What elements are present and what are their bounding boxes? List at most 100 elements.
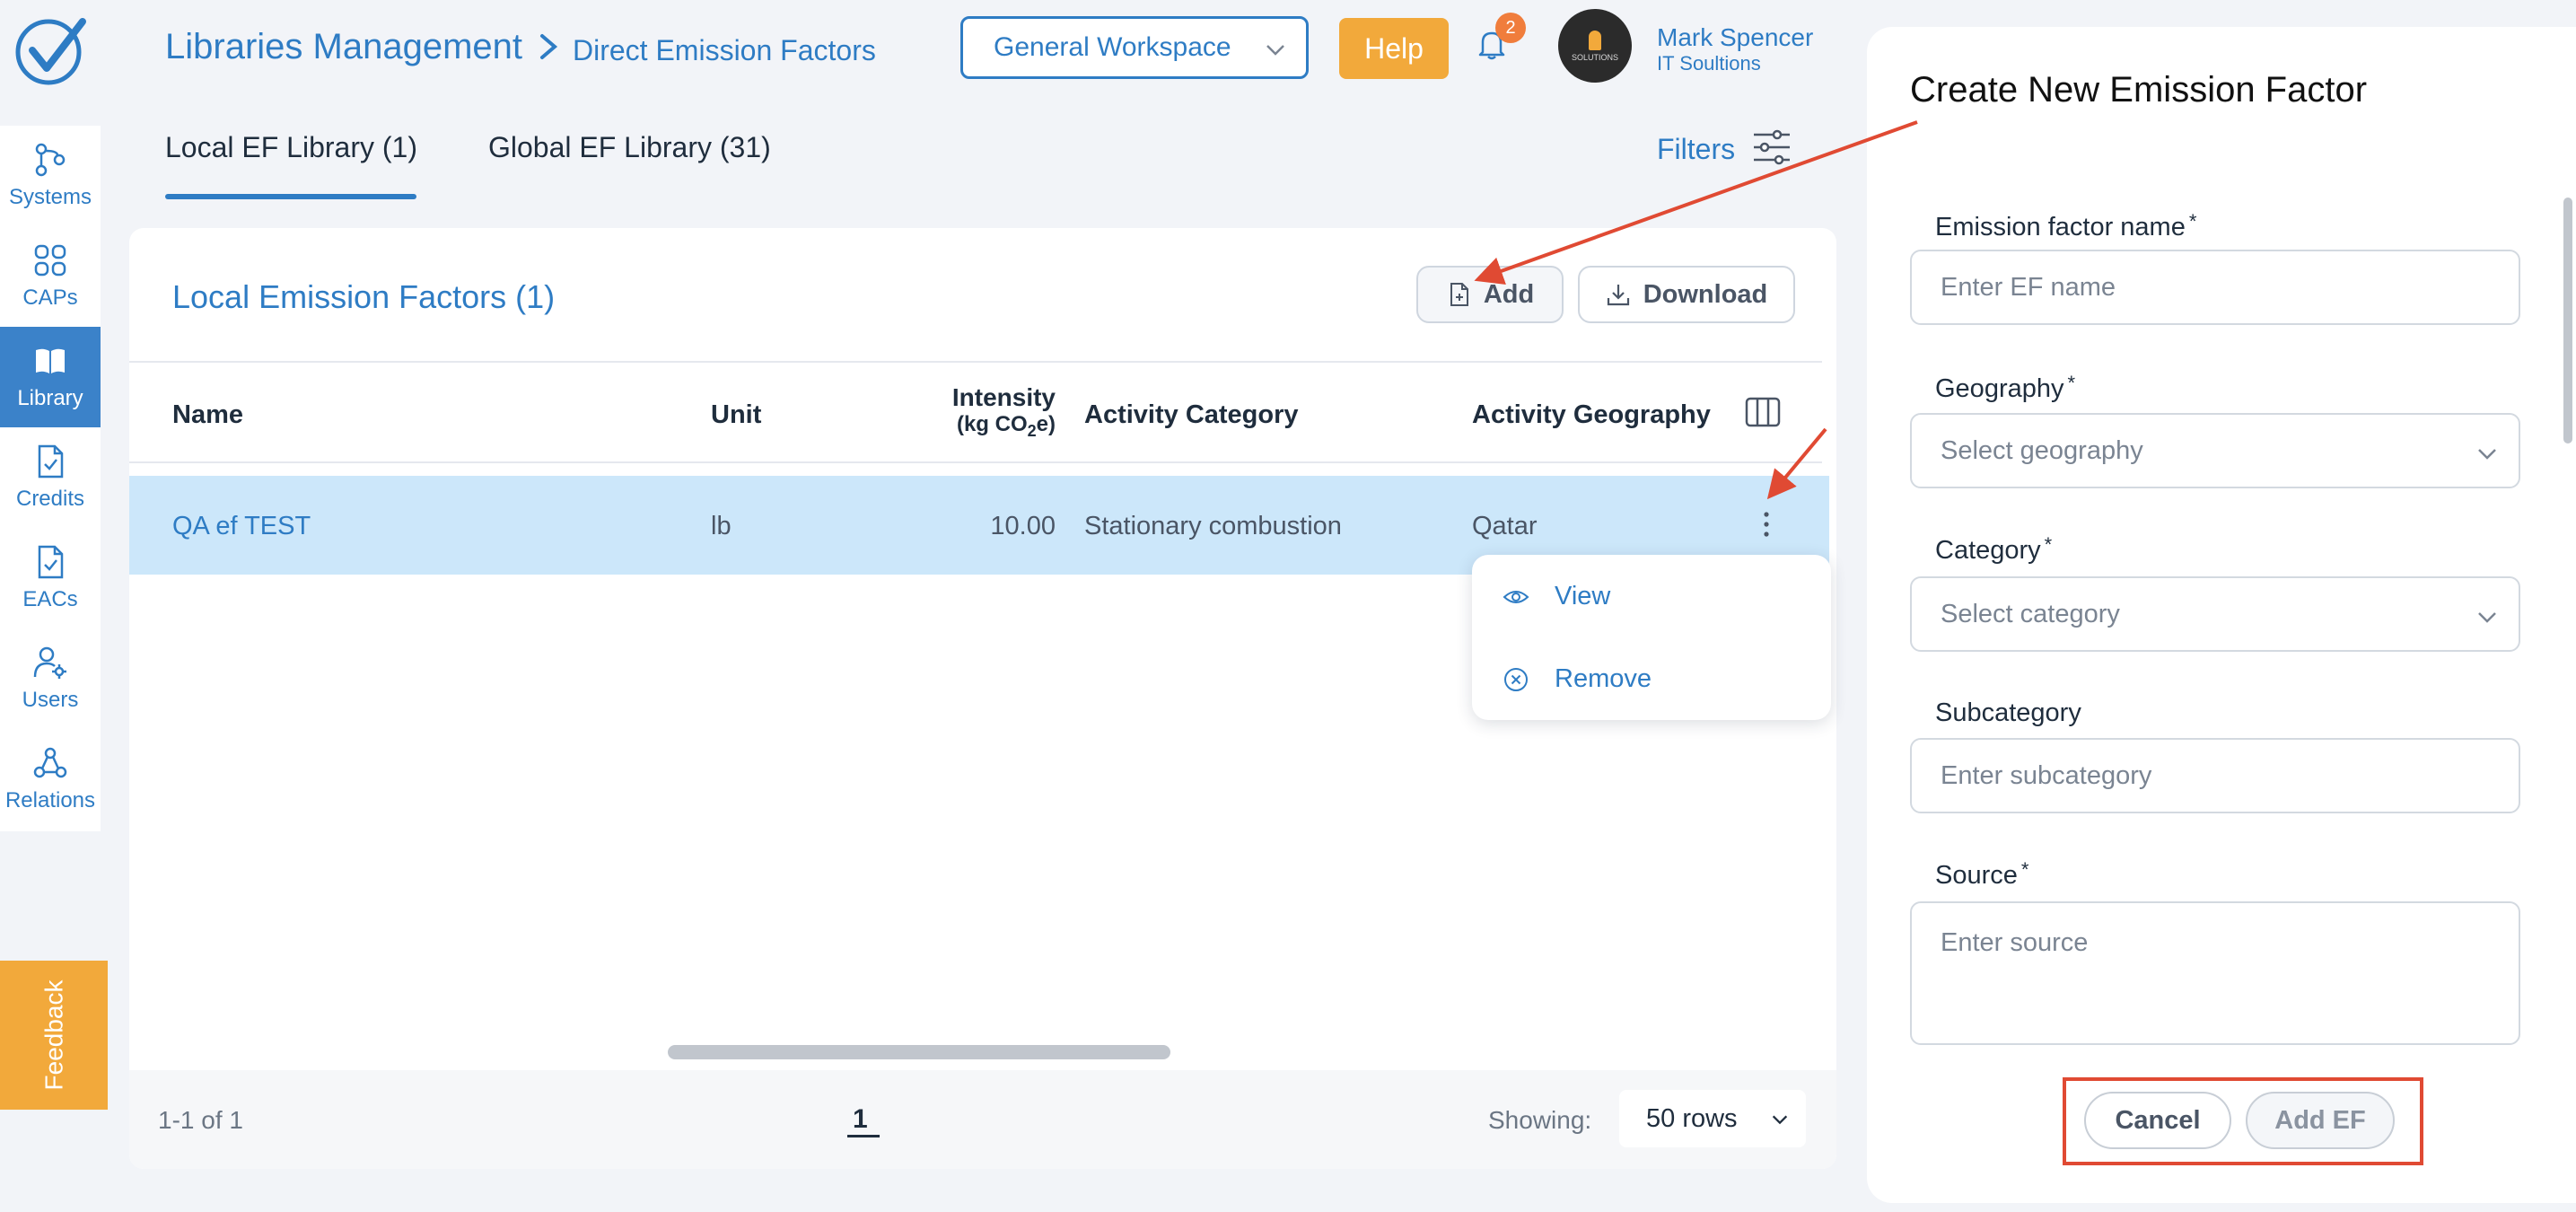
download-button-label: Download: [1643, 279, 1768, 309]
sidebar-item-label: Systems: [8, 185, 92, 209]
ef-name-input[interactable]: Enter EF name: [1910, 250, 2520, 325]
sidebar-item-label: CAPs: [22, 285, 78, 310]
chevron-down-icon: [1772, 1115, 1788, 1125]
column-header-activity-category[interactable]: Activity Category: [1084, 400, 1299, 430]
users-icon: [33, 646, 66, 679]
source-placeholder: Enter source: [1941, 928, 2089, 957]
eye-icon: [1503, 590, 1529, 603]
close-circle-icon: [1504, 667, 1528, 691]
feedback-label: Feedback: [39, 979, 67, 1091]
tab-global-ef-library[interactable]: Global EF Library (31): [488, 131, 771, 164]
showing-label: Showing:: [1488, 1106, 1592, 1134]
sidebar-item-relations[interactable]: Relations: [0, 729, 101, 830]
ef-name-placeholder: Enter EF name: [1941, 272, 2116, 302]
add-button-label: Add: [1483, 279, 1535, 309]
menu-item-label: View: [1555, 582, 1611, 610]
source-textarea[interactable]: Enter source: [1910, 901, 2520, 1045]
sidebar-item-label: Users: [22, 688, 79, 712]
subcategory-label: Subcategory: [1935, 698, 2081, 727]
user-organization: IT Soultions: [1657, 52, 1761, 75]
subcategory-placeholder: Enter subcategory: [1941, 760, 2152, 790]
sidebar-item-credits[interactable]: Credits: [0, 427, 101, 528]
download-icon: [1607, 285, 1629, 306]
pagination-page-1[interactable]: 1: [853, 1104, 868, 1135]
sidebar-item-label: Credits: [15, 487, 85, 511]
current-page-indicator: [847, 1135, 880, 1137]
subcategory-input[interactable]: Enter subcategory: [1910, 738, 2520, 813]
help-button[interactable]: Help: [1339, 18, 1449, 79]
category-placeholder: Select category: [1941, 599, 2120, 628]
sidebar-item-label: Relations: [4, 788, 96, 812]
horizontal-scrollbar[interactable]: [668, 1045, 1170, 1059]
notification-badge: 2: [1495, 13, 1526, 43]
intensity-title: Intensity: [951, 383, 1056, 411]
book-icon: [36, 348, 65, 373]
sidebar-item-label: EACs: [22, 587, 78, 611]
sidebar-item-users[interactable]: Users: [0, 628, 101, 729]
category-select[interactable]: Select category: [1910, 576, 2520, 652]
row-activity-category: Stationary combustion: [1084, 512, 1342, 540]
download-button[interactable]: Download: [1578, 266, 1795, 323]
sidebar-item-library[interactable]: Library: [0, 327, 101, 427]
sidebar-item-eacs[interactable]: EACs: [0, 528, 101, 628]
credits-icon: [38, 444, 64, 479]
column-header-unit[interactable]: Unit: [711, 400, 761, 430]
breadcrumb-current: Direct Emission Factors: [573, 34, 876, 66]
chevron-down-icon: [2478, 449, 2496, 460]
sidebar-item-systems[interactable]: Systems: [0, 126, 101, 226]
breadcrumb-root[interactable]: Libraries Management: [165, 27, 522, 67]
card-title: Local Emission Factors (1): [172, 278, 556, 315]
column-header-name[interactable]: Name: [172, 400, 243, 430]
table-header-divider: [129, 461, 1822, 463]
menu-item-label: Remove: [1555, 664, 1652, 693]
eacs-icon: [38, 545, 64, 579]
more-vertical-icon[interactable]: [1756, 508, 1777, 540]
avatar-text: SOLUTIONS: [1571, 52, 1618, 62]
geography-select[interactable]: Select geography: [1910, 413, 2520, 488]
app-logo-icon[interactable]: [13, 13, 90, 90]
columns-icon[interactable]: [1745, 397, 1781, 427]
pagination-range: 1-1 of 1: [158, 1106, 243, 1134]
geography-label: Geography *: [1935, 372, 2076, 403]
row-activity-geography: Qatar: [1472, 512, 1538, 540]
menu-item-remove[interactable]: Remove: [1503, 664, 1652, 694]
chevron-down-icon: [1266, 45, 1284, 56]
chevron-right-icon: [540, 34, 558, 59]
rows-per-page-value: 50 rows: [1646, 1103, 1738, 1133]
sidebar-nav: Systems CAPs Library Credits EACs Users: [0, 126, 101, 831]
annotation-highlight-box: [2063, 1077, 2423, 1165]
rows-per-page-select[interactable]: 50 rows: [1619, 1090, 1806, 1147]
caps-icon: [34, 244, 66, 277]
filters-button[interactable]: Filters: [1657, 133, 1735, 166]
feedback-tab[interactable]: Feedback: [0, 961, 108, 1110]
source-label: Source *: [1935, 858, 2029, 890]
workspace-value: General Workspace: [994, 32, 1231, 62]
geography-placeholder: Select geography: [1941, 435, 2143, 465]
systems-icon: [35, 143, 66, 177]
chevron-down-icon: [2478, 612, 2496, 623]
add-button[interactable]: Add: [1416, 266, 1564, 323]
sliders-icon[interactable]: [1752, 129, 1792, 165]
user-name[interactable]: Mark Spencer: [1657, 23, 1813, 52]
workspace-select[interactable]: General Workspace: [960, 16, 1309, 79]
row-name[interactable]: QA ef TEST: [172, 512, 311, 541]
row-intensity: 10.00: [990, 512, 1056, 540]
column-header-activity-geography[interactable]: Activity Geography: [1472, 400, 1711, 430]
tab-local-ef-library[interactable]: Local EF Library (1): [165, 131, 417, 164]
avatar[interactable]: SOLUTIONS: [1558, 9, 1632, 83]
sidebar-item-caps[interactable]: CAPs: [0, 226, 101, 327]
ef-name-label: Emission factor name *: [1935, 210, 2197, 242]
row-actions-menu: View Remove: [1472, 555, 1831, 720]
active-tab-indicator: [165, 194, 416, 199]
intensity-unit: (kg CO2e): [956, 412, 1056, 440]
column-header-intensity[interactable]: Intensity (kg CO2e): [933, 384, 1056, 444]
file-add-icon: [1450, 283, 1468, 306]
menu-item-view[interactable]: View: [1503, 582, 1610, 611]
panel-vertical-scrollbar[interactable]: [2563, 198, 2572, 444]
relations-icon: [33, 747, 67, 778]
category-label: Category *: [1935, 533, 2053, 565]
sidebar-item-label: Library: [17, 386, 83, 410]
row-unit: lb: [711, 512, 732, 540]
table-top-divider: [129, 361, 1822, 363]
avatar-logo-icon: [1589, 30, 1601, 50]
